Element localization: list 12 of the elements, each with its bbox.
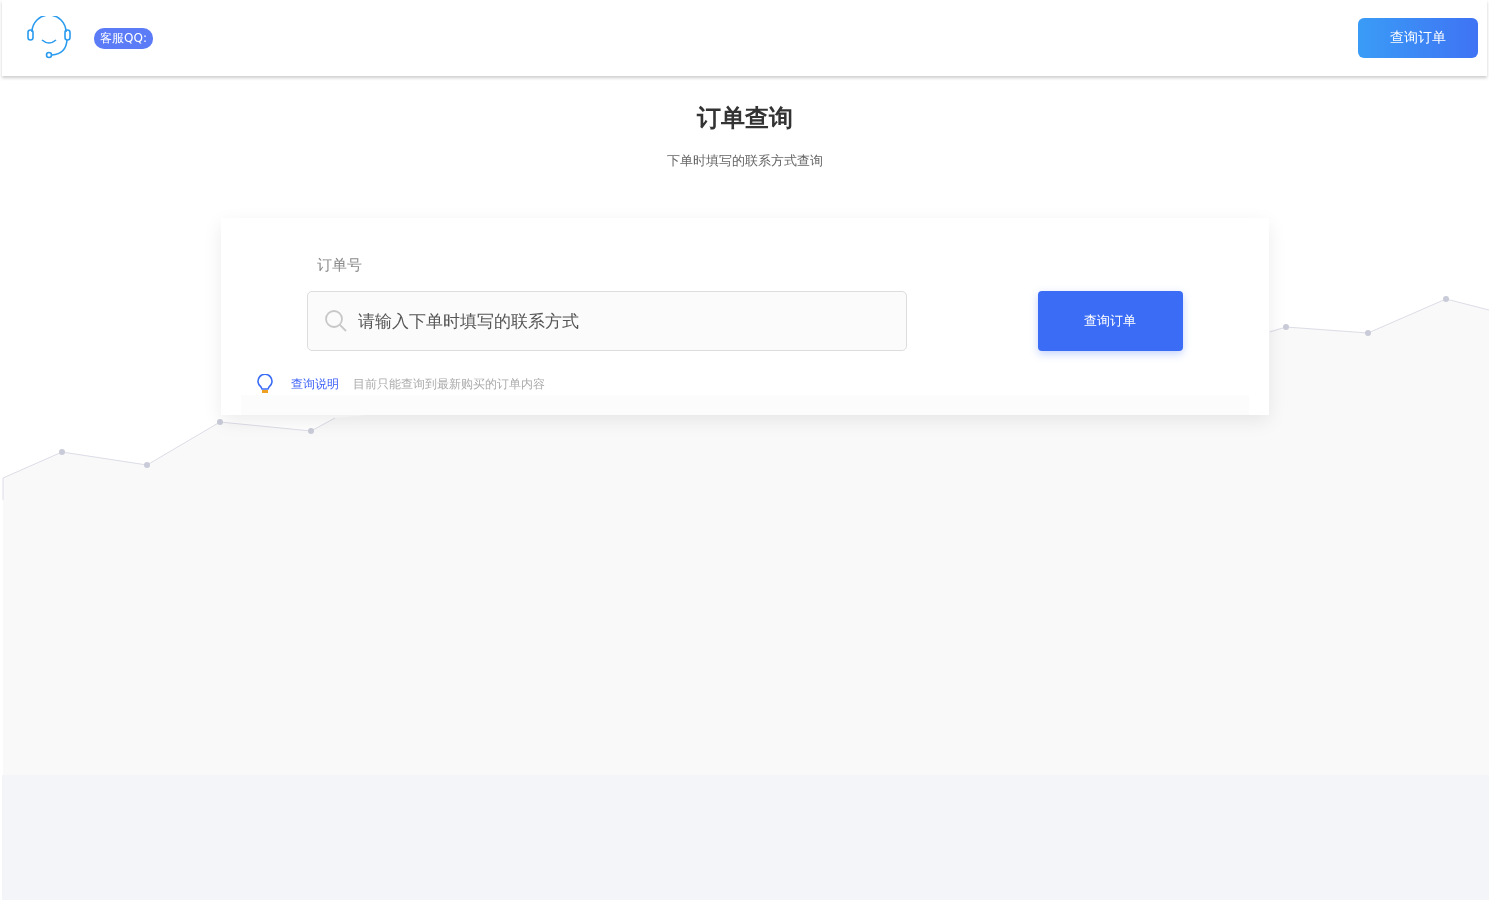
instructions-text: 目前只能查询到最新购买的订单内容 bbox=[352, 375, 545, 393]
page-subtitle: 下单时填写的联系方式查询 bbox=[666, 152, 823, 170]
lightbulb-icon bbox=[256, 374, 273, 394]
field-label: 订单号 bbox=[316, 256, 363, 275]
query-order-button[interactable]: 查询订单 bbox=[1037, 291, 1183, 351]
search-icon bbox=[323, 309, 348, 333]
query-instructions-link[interactable]: 查询说明 bbox=[290, 375, 339, 393]
headset-icon bbox=[26, 16, 72, 60]
customer-service-badge: 客服QQ: bbox=[94, 27, 153, 49]
contact-input-field[interactable]: 请输入下单时填写的联系方式 bbox=[306, 291, 907, 351]
page-title: 订单查询 bbox=[696, 103, 793, 134]
query-order-button[interactable]: 查询订单 bbox=[1358, 18, 1478, 58]
